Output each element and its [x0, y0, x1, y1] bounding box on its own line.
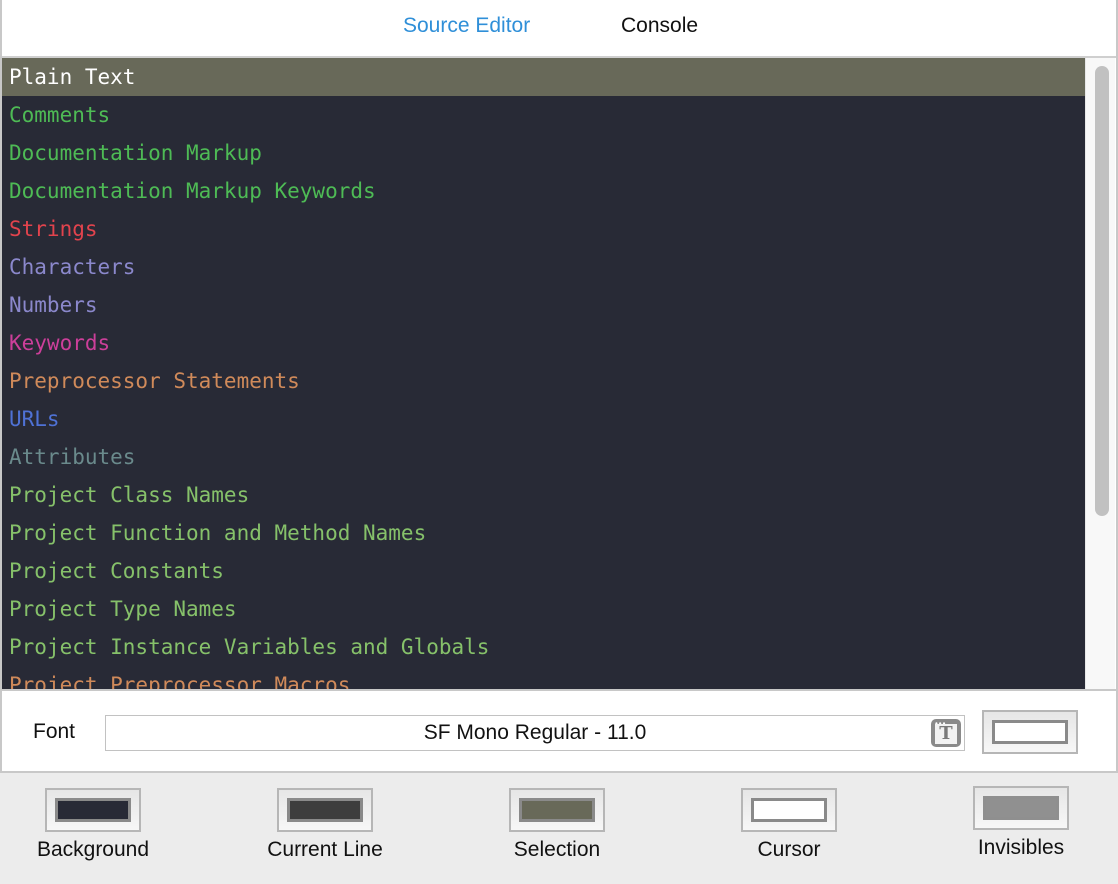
font-panel-icon[interactable]: ••• T [931, 719, 961, 747]
syntax-item[interactable]: Strings [2, 210, 1085, 248]
syntax-item[interactable]: Plain Text [2, 58, 1085, 96]
selection-color-well[interactable] [509, 788, 605, 832]
syntax-item[interactable]: Project Function and Method Names [2, 514, 1085, 552]
invisibles-color-well[interactable] [973, 786, 1069, 830]
font-color-swatch [992, 720, 1068, 744]
current-line-color-swatch [287, 798, 363, 822]
syntax-item[interactable]: URLs [2, 400, 1085, 438]
syntax-item[interactable]: Characters [2, 248, 1085, 286]
current-line-label: Current Line [267, 838, 383, 861]
cursor-color-control: Cursor [709, 788, 869, 862]
scrollbar-thumb[interactable] [1095, 66, 1109, 516]
selection-color-control: Selection [477, 788, 637, 862]
letter-t-icon: T [935, 724, 957, 744]
syntax-item[interactable]: Project Constants [2, 552, 1085, 590]
syntax-item[interactable]: Preprocessor Statements [2, 362, 1085, 400]
font-field[interactable]: SF Mono Regular - 11.0 ••• T [105, 715, 965, 751]
syntax-item[interactable]: Keywords [2, 324, 1085, 362]
tab-source-editor[interactable]: Source Editor [403, 14, 530, 38]
syntax-item[interactable]: Documentation Markup [2, 134, 1085, 172]
font-color-well[interactable] [982, 710, 1078, 754]
selection-label: Selection [513, 838, 601, 861]
syntax-item[interactable]: Numbers [2, 286, 1085, 324]
background-color-control: Background [13, 788, 173, 862]
current-line-color-well[interactable] [277, 788, 373, 832]
tab-console[interactable]: Console [621, 14, 698, 38]
font-label: Font [33, 720, 76, 743]
background-color-well[interactable] [45, 788, 141, 832]
cursor-label: Cursor [757, 838, 821, 861]
preferences-panel: Source Editor Console Plain Text Comments… [0, 0, 1118, 773]
syntax-item[interactable]: Documentation Markup Keywords [2, 172, 1085, 210]
background-color-swatch [55, 798, 131, 822]
syntax-item[interactable]: Project Class Names [2, 476, 1085, 514]
divider [2, 689, 1116, 691]
syntax-item[interactable]: Attributes [2, 438, 1085, 476]
background-label: Background [36, 838, 150, 861]
syntax-item[interactable]: Comments [2, 96, 1085, 134]
font-value: SF Mono Regular - 11.0 [423, 721, 647, 744]
tab-bar: Source Editor Console [2, 0, 1116, 58]
syntax-element-list[interactable]: Plain Text Comments Documentation Markup Do… [2, 58, 1085, 690]
syntax-item[interactable]: Project Instance Variables and Globals [2, 628, 1085, 666]
cursor-color-well[interactable] [741, 788, 837, 832]
selection-color-swatch [519, 798, 595, 822]
invisibles-color-control: Invisibles [941, 786, 1101, 860]
scrollbar[interactable] [1085, 58, 1115, 690]
invisibles-color-swatch [983, 796, 1059, 820]
current-line-color-control: Current Line [245, 788, 405, 862]
cursor-color-swatch [751, 798, 827, 822]
syntax-item[interactable]: Project Preprocessor Macros [2, 666, 1085, 690]
syntax-item[interactable]: Project Type Names [2, 590, 1085, 628]
invisibles-label: Invisibles [977, 836, 1065, 859]
